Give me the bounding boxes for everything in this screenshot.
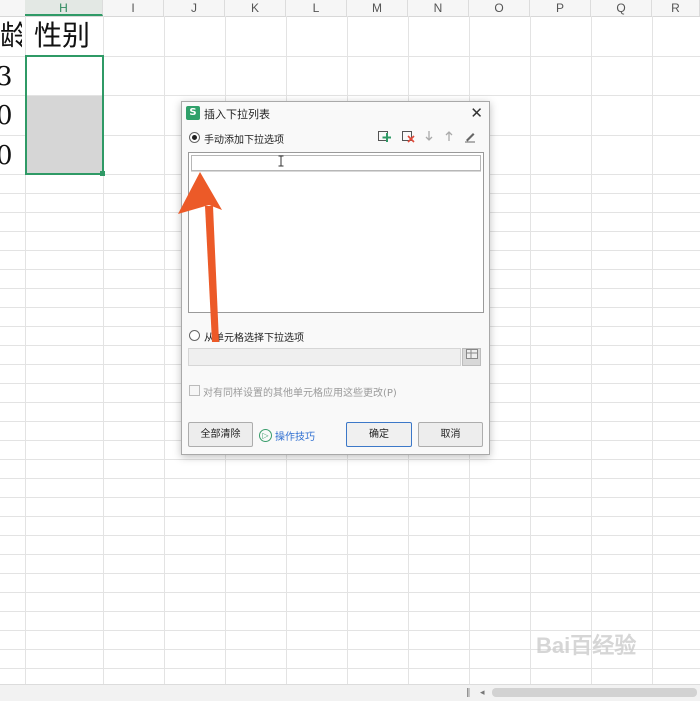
column-header-r[interactable]: R [652, 0, 700, 16]
status-bar: ‖ ◂ [0, 684, 700, 701]
column-header-m[interactable]: M [347, 0, 408, 16]
cell-partial-value[interactable]: 0 [0, 101, 12, 131]
dialog-title: 插入下拉列表 [204, 108, 270, 121]
edit-icon[interactable] [463, 129, 477, 143]
cancel-button[interactable]: 取消 [418, 422, 483, 447]
column-header-p[interactable]: P [530, 0, 591, 16]
range-picker-icon[interactable] [462, 348, 481, 366]
column-header-q[interactable]: Q [591, 0, 652, 16]
delete-item-icon[interactable] [401, 129, 415, 143]
scroll-left-icon[interactable]: ◂ [480, 685, 485, 701]
clear-all-button[interactable]: 全部清除 [188, 422, 253, 447]
radio-manual-label: 手动添加下拉选项 [204, 135, 284, 146]
column-header-l[interactable]: L [286, 0, 347, 16]
move-down-icon[interactable] [422, 129, 436, 143]
play-help-icon[interactable]: ▷ [259, 429, 272, 442]
column-header-bar: H I J K L M N O P Q R [0, 0, 700, 17]
column-header-o[interactable]: O [469, 0, 530, 16]
ok-button[interactable]: 确定 [346, 422, 412, 447]
text-cursor-icon [277, 155, 285, 170]
range-select-field[interactable] [188, 348, 461, 366]
cell-partial-value[interactable]: 3 [0, 62, 12, 92]
fill-handle[interactable] [100, 171, 105, 176]
list-divider [191, 171, 481, 172]
radio-from-range[interactable] [189, 330, 200, 341]
cell-partial-value[interactable]: 0 [0, 141, 12, 171]
close-icon[interactable]: ✕ [470, 104, 483, 122]
watermark-logo: Bai百经验 [536, 633, 637, 658]
cell-header-gender[interactable]: 性别 [34, 18, 90, 54]
selection-box[interactable] [25, 55, 104, 175]
dialog-title-bar[interactable]: S 插入下拉列表 ✕ [182, 102, 489, 124]
option-entry-input[interactable] [191, 155, 481, 171]
cell-partial-header[interactable]: 龄 [0, 18, 22, 54]
radio-manual[interactable] [189, 132, 200, 143]
radio-from-range-label: 从单元格选择下拉选项 [204, 333, 304, 344]
move-up-icon[interactable] [442, 129, 456, 143]
app-logo-icon: S [186, 106, 200, 120]
column-header-n[interactable]: N [408, 0, 469, 16]
column-header-h[interactable]: H [25, 0, 103, 16]
tips-link[interactable]: 操作技巧 [275, 428, 315, 443]
column-header-i[interactable]: I [103, 0, 164, 16]
horizontal-scrollbar[interactable] [492, 688, 697, 697]
dropdown-options-list[interactable] [188, 152, 484, 313]
apply-all-checkbox[interactable] [189, 385, 200, 396]
column-header-k[interactable]: K [225, 0, 286, 16]
column-header-j[interactable]: J [164, 0, 225, 16]
scroll-splitter-icon[interactable]: ‖ [466, 685, 471, 701]
add-item-icon[interactable] [377, 129, 391, 143]
apply-all-label: 对有同样设置的其他单元格应用这些更改(P) [203, 388, 397, 399]
insert-dropdown-dialog: S 插入下拉列表 ✕ 手动添加下拉选项 从单元格选择下拉选项 对有同样设置的其他… [181, 101, 490, 455]
